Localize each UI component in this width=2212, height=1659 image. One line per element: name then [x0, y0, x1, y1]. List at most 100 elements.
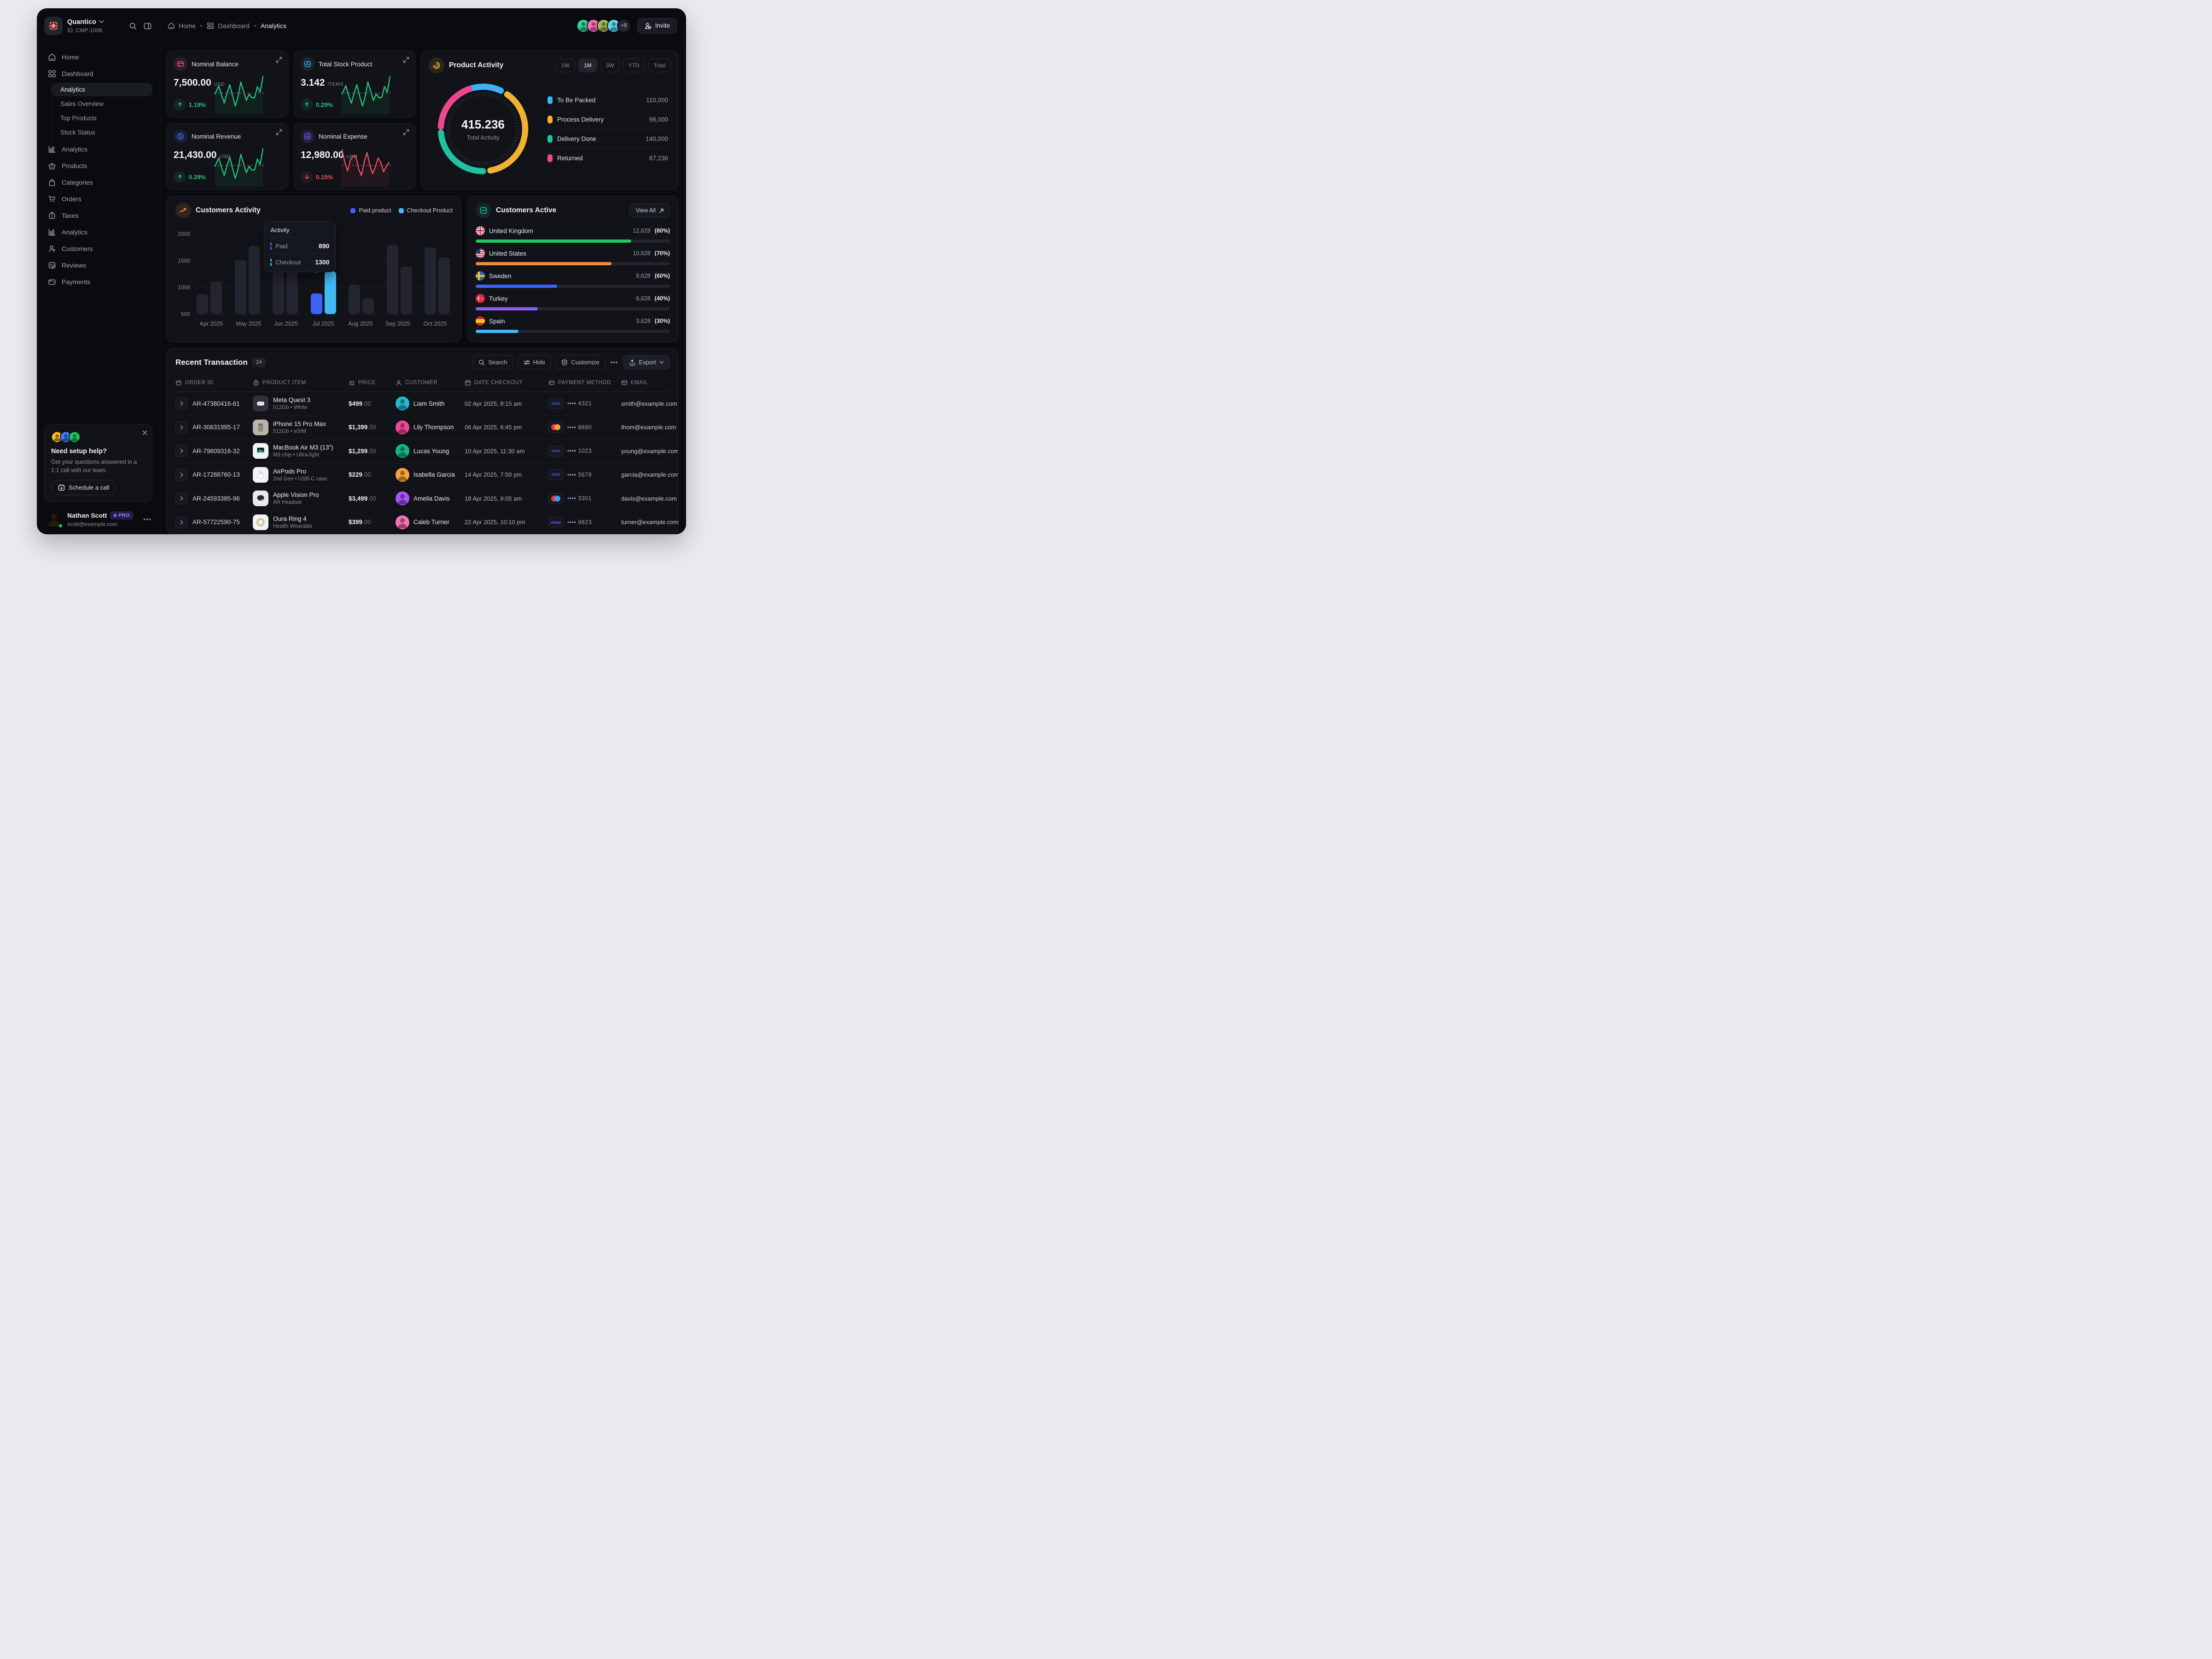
filter-1m[interactable]: 1M — [578, 58, 597, 72]
company-switcher[interactable]: Quantico — [67, 18, 123, 26]
analytics-icon — [48, 145, 56, 153]
table-row[interactable]: AR-30631995-17 iPhone 15 Pro Max512Gb • … — [175, 416, 670, 440]
close-icon[interactable] — [142, 429, 147, 438]
customize-button[interactable]: Customize — [555, 355, 605, 369]
user-profile[interactable]: Nathan Scott PRO scott@example.com ••• — [44, 509, 152, 528]
sidebar-item-reviews[interactable]: Reviews — [44, 257, 152, 274]
table-row[interactable]: AR-47380416-61 Meta Quest 3512Gb • White… — [175, 392, 670, 416]
product-sub: 512Gb • eSIM — [273, 429, 326, 434]
bar-group-may[interactable] — [235, 246, 260, 314]
table-row[interactable]: AR-57722590-75 Oura Ring 4Health Wearabl… — [175, 511, 670, 535]
sidebar-item-home[interactable]: Home — [44, 49, 152, 65]
search-icon[interactable] — [128, 21, 138, 31]
country-row-uk: United Kingdom 12,628 (80%) — [476, 226, 670, 243]
col-product-item[interactable]: PRODUCT ITEM — [253, 380, 349, 386]
table-row[interactable]: AR-24593385-96 Apple Vision ProAR Headse… — [175, 487, 670, 511]
stat-delta: 1.19% — [189, 101, 206, 108]
col-price[interactable]: $PRICE — [349, 380, 396, 386]
stat-title: Total Stock Product — [319, 61, 372, 68]
bar-group-aug[interactable] — [349, 285, 374, 314]
sidebar-subitem-top-products[interactable]: Top Products — [52, 111, 152, 125]
expand-icon[interactable] — [276, 129, 282, 138]
view-all-button[interactable]: View All — [629, 204, 670, 217]
collapse-sidebar-icon[interactable] — [142, 21, 152, 31]
avatar — [396, 491, 409, 505]
col-customer[interactable]: CUSTOMER — [396, 380, 465, 386]
schedule-call-button[interactable]: Schedule a call — [51, 480, 116, 495]
filter-total[interactable]: Total — [648, 58, 671, 72]
user-more-icon[interactable]: ••• — [143, 515, 151, 523]
product-name: iPhone 15 Pro Max — [273, 421, 326, 427]
order-id: AR-24593385-96 — [192, 495, 240, 502]
hide-button[interactable]: Hide — [518, 355, 552, 369]
expand-row-icon[interactable] — [175, 516, 187, 528]
sidebar-item-payments[interactable]: Payments — [44, 274, 152, 290]
expand-icon[interactable] — [276, 57, 282, 65]
sparkline-up — [341, 70, 411, 114]
product-sub: 2nd Gen • USB-C case — [273, 476, 327, 482]
sidebar-item-customers[interactable]: Customers — [44, 240, 152, 257]
search-button[interactable]: Search — [472, 355, 513, 369]
mail-icon — [621, 380, 628, 386]
filter-3w[interactable]: 3W — [600, 58, 620, 72]
col-email[interactable]: EMAIL — [621, 380, 670, 386]
svg-text:$: $ — [180, 134, 182, 139]
email: thom@example.com — [621, 424, 676, 431]
sidebar-item-label: Products — [62, 162, 87, 169]
expand-row-icon[interactable] — [175, 492, 187, 504]
country-row-sweden: Sweden 8,628 (60%) — [476, 271, 670, 288]
country-row-spain: Spain 3,628 (30%) — [476, 316, 670, 333]
bar-group-sep[interactable] — [387, 245, 412, 314]
col-date-checkout[interactable]: DATE CHECKOUT — [465, 380, 548, 386]
email: turner@example.com — [621, 519, 678, 526]
filter-ytd[interactable]: YTD — [623, 58, 645, 72]
expand-row-icon[interactable] — [175, 397, 187, 409]
expand-icon[interactable] — [403, 129, 409, 138]
stat-value: 12,980.00 — [301, 150, 343, 160]
bar-group-jul-highlighted[interactable] — [311, 271, 336, 314]
sidebar-item-analytics-2[interactable]: Analytics — [44, 224, 152, 240]
expand-row-icon[interactable] — [175, 469, 187, 481]
invite-label: Invite — [655, 22, 670, 29]
sidebar-item-dashboard[interactable]: Dashboard — [44, 65, 152, 82]
customer-name: Lily Thompson — [413, 424, 454, 431]
sidebar-item-categories[interactable]: Categories — [44, 174, 152, 191]
team-avatar-stack[interactable]: +9 — [576, 19, 631, 33]
col-order-id[interactable]: ORDER ID — [175, 380, 253, 386]
product-activity-legend: To Be Packed 110,000 Process Delivery 98… — [547, 91, 669, 168]
table-header: ORDER ID PRODUCT ITEM $PRICE CUSTOMER DA… — [175, 376, 670, 392]
person-icon — [396, 380, 402, 386]
avatar-overflow-count[interactable]: +9 — [617, 19, 631, 33]
table-row[interactable]: AR-17288760-13 AirPods Pro2nd Gen • USB-… — [175, 463, 670, 487]
export-button[interactable]: Export — [623, 355, 670, 369]
company-logo[interactable] — [44, 17, 63, 35]
sidebar-item-products[interactable]: Products — [44, 158, 152, 174]
tooltip-paid-row: Paid 890 — [270, 238, 329, 251]
col-payment-method[interactable]: PAYMENT METHOD — [548, 380, 621, 386]
sidebar-subitem-sales-overview[interactable]: Sales Overview — [52, 97, 152, 111]
basket-icon — [48, 162, 56, 170]
expand-row-icon[interactable] — [175, 421, 187, 433]
more-options-icon[interactable]: ••• — [610, 359, 619, 366]
sparkline-up — [214, 142, 284, 187]
sidebar-item-orders[interactable]: Orders — [44, 191, 152, 207]
bar-group-apr[interactable] — [197, 281, 222, 314]
dashboard-content: Nominal Balance 7,500.00 USD 1.19% — [160, 43, 686, 534]
expense-chart-icon — [301, 129, 314, 143]
y-axis: 2000 1500 1000 500 — [175, 227, 194, 337]
bar-group-oct[interactable] — [425, 247, 450, 314]
sidebar-subitem-analytics[interactable]: Analytics — [52, 83, 152, 96]
chevron-down-icon — [659, 361, 664, 364]
stat-title: Nominal Expense — [319, 133, 367, 140]
sidebar-subitem-stock-status[interactable]: Stock Status — [52, 126, 152, 139]
sidebar-item-analytics[interactable]: Analytics — [44, 141, 152, 158]
expand-row-icon[interactable] — [175, 445, 187, 457]
invite-button[interactable]: Invite — [637, 18, 677, 34]
filter-1w[interactable]: 1W — [556, 58, 575, 72]
breadcrumb-dashboard[interactable]: Dashboard — [207, 22, 250, 29]
table-row[interactable]: AR-79609316-32 MacBook Air M3 (13”)M3 ch… — [175, 439, 670, 463]
sidebar-item-taxes[interactable]: $ Taxes — [44, 207, 152, 224]
svg-text:$: $ — [51, 215, 53, 218]
breadcrumb-home[interactable]: Home — [168, 22, 196, 29]
expand-icon[interactable] — [403, 57, 409, 65]
